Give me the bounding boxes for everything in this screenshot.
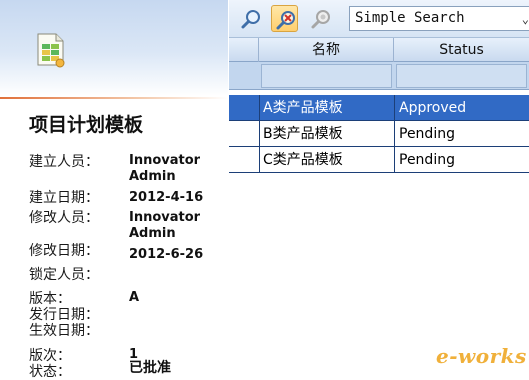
created-by-label: 建立人员： <box>29 154 99 170</box>
table-row[interactable]: C类产品模板 Pending <box>229 147 529 173</box>
status-filter-input[interactable] <box>396 64 527 88</box>
row-status-cell: Pending <box>394 147 529 173</box>
modified-date-value: 2012-6-26 <box>129 247 204 262</box>
grid-header: 名称 Status <box>229 38 529 62</box>
row-name-cell: C类产品模板 <box>259 147 394 173</box>
table-row[interactable]: A类产品模板 Approved <box>229 95 529 121</box>
column-header-status[interactable]: Status <box>394 38 529 62</box>
saved-search-icon <box>311 10 330 29</box>
saved-search-button[interactable] <box>307 5 334 32</box>
item-title: 项目计划模板 <box>29 114 144 136</box>
created-date-label: 建立日期： <box>29 190 99 206</box>
row-status-cell: Approved <box>394 95 529 121</box>
chevron-down-icon: ⌄ <box>521 12 529 26</box>
row-gutter <box>229 121 259 147</box>
row-name-cell: B类产品模板 <box>259 121 394 147</box>
search-results-grid: 名称 Status A类产品模板 Approved B类产品模板 Pending… <box>229 38 529 178</box>
grid-rows: A类产品模板 Approved B类产品模板 Pending C类产品模板 Pe… <box>229 95 529 173</box>
search-mode-select[interactable]: Simple Search ⌄ <box>349 6 529 31</box>
grid-filter-row <box>229 62 529 90</box>
row-gutter <box>229 95 259 121</box>
clear-search-button[interactable] <box>271 5 298 32</box>
run-search-button[interactable] <box>237 5 264 32</box>
modified-date-label: 修改日期： <box>29 243 99 259</box>
eworks-watermark-logo: e-works <box>436 344 527 368</box>
row-gutter <box>229 147 259 173</box>
table-row[interactable]: B类产品模板 Pending <box>229 121 529 147</box>
item-detail-panel: 项目计划模板 建立人员： Innovator Admin 建立日期： 2012-… <box>0 0 228 380</box>
run-search-icon <box>241 10 260 29</box>
state-value: 已批准 <box>129 360 171 376</box>
column-header-name[interactable]: 名称 <box>259 38 394 62</box>
locked-by-label: 锁定人员： <box>29 267 99 283</box>
state-label: 状态： <box>29 364 71 380</box>
document-template-icon <box>34 30 68 70</box>
name-filter-input[interactable] <box>261 64 392 88</box>
search-toolbar: Simple Search ⌄ <box>229 0 529 38</box>
clear-search-icon <box>276 11 295 30</box>
search-mode-value: Simple Search <box>355 10 465 26</box>
row-name-cell: A类产品模板 <box>259 95 394 121</box>
header-divider <box>0 97 228 99</box>
modified-by-value: Innovator Admin <box>129 210 201 241</box>
created-by-value: Innovator Admin <box>129 153 201 184</box>
modified-by-label: 修改人员： <box>29 210 99 226</box>
row-status-cell: Pending <box>394 121 529 147</box>
detail-header <box>0 0 228 96</box>
effective-date-label: 生效日期： <box>29 323 99 339</box>
created-date-value: 2012-4-16 <box>129 190 204 205</box>
version-value: A <box>129 290 140 305</box>
row-selector-header <box>229 38 259 62</box>
